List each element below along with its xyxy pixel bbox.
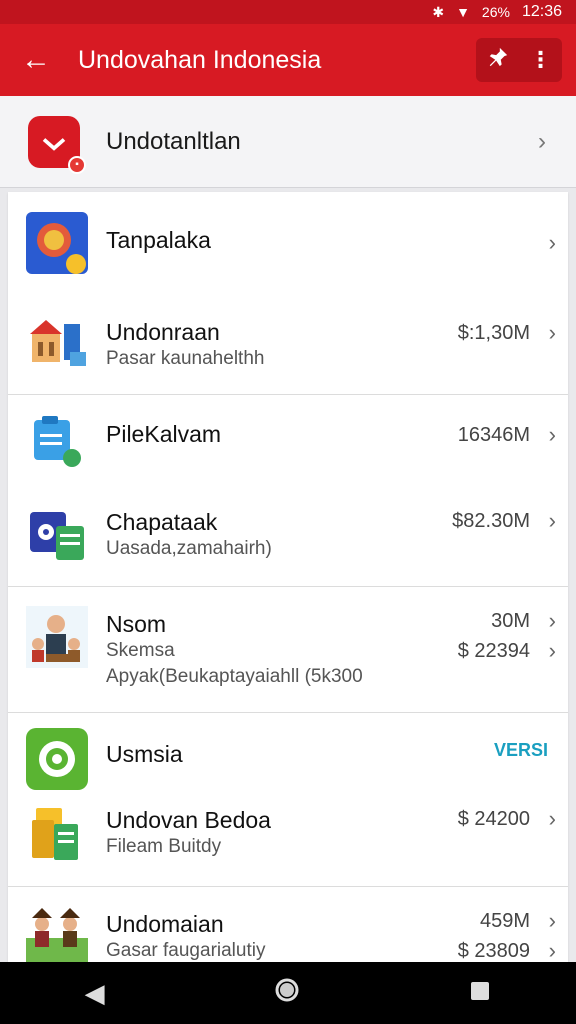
- item-value: $:1,30M: [457, 322, 530, 344]
- arrow-icon: ›: [548, 638, 556, 663]
- app-logo-icon: ▪: [28, 115, 86, 174]
- item-value: $82.30M: [452, 510, 530, 532]
- chevron-right-icon: ›: [538, 127, 546, 155]
- list-item[interactable]: PileKalvam 16346M ›: [8, 410, 568, 472]
- clock: 12:36: [521, 3, 562, 20]
- item-subtitle-2: Apyak(Beukaptayaiahll (5k300: [106, 666, 363, 687]
- arrow-icon: ›: [548, 938, 556, 963]
- system-nav-bar: ◀: [0, 962, 576, 1024]
- divider: [8, 394, 568, 395]
- document-icon: [26, 410, 88, 472]
- files-icon: [26, 802, 88, 864]
- bluetooth-icon: ✱: [432, 3, 445, 20]
- chevron-right-icon: ›: [548, 608, 556, 633]
- folder-disk-icon: [26, 504, 88, 566]
- more-vert-icon[interactable]: ⋮: [530, 47, 552, 73]
- wifi-icon: ▼: [456, 4, 470, 20]
- list-item[interactable]: Undomaian Gasar faugarialutiy 459M › $ 2…: [8, 904, 568, 966]
- recents-square-icon[interactable]: [469, 978, 491, 1009]
- badge-icon: ▪: [68, 155, 86, 174]
- list-card: Tanpalaka › Undonraan Pasar kaunahelthh …: [8, 192, 568, 972]
- building-icon: [26, 312, 88, 374]
- people-icon: [26, 606, 88, 668]
- battery-level: 26%: [481, 4, 510, 20]
- item-value: 16346M: [457, 424, 530, 446]
- village-icon: [26, 904, 88, 966]
- item-value: $ 24200: [457, 808, 530, 830]
- list-item[interactable]: Undovan Bedoa Fileam Buitdy $ 24200 ›: [8, 802, 568, 864]
- list-item[interactable]: Tanpalaka ›: [8, 212, 568, 274]
- home-circle-icon[interactable]: [274, 977, 300, 1010]
- chevron-right-icon: ›: [548, 908, 556, 933]
- divider: [8, 886, 568, 887]
- divider: [8, 586, 568, 587]
- app-bar: ← Undovahan Indonesia ⋮: [0, 24, 576, 96]
- item-value: 459M: [479, 910, 530, 932]
- list-item[interactable]: Chapataak Uasada,zamahairh) $82.30M ›: [8, 504, 568, 566]
- action-group: ⋮: [476, 38, 562, 82]
- chevron-right-icon: ›: [548, 422, 556, 447]
- header-row[interactable]: ▪ Undotanltlan ›: [0, 96, 576, 188]
- item-value-2: $ 23809: [457, 940, 530, 962]
- item-subtitle: Pasar kaunahelthh: [106, 348, 265, 369]
- emblem-icon: [26, 212, 88, 274]
- item-title: Tanpalaka: [106, 227, 211, 253]
- item-value-2: $ 22394: [457, 640, 530, 662]
- version-badge: VERSI: [493, 740, 548, 760]
- header-label: Undotanltlan: [106, 127, 241, 155]
- item-value: 30M: [491, 610, 530, 632]
- back-button[interactable]: ←: [0, 24, 72, 96]
- divider: [8, 712, 568, 713]
- item-subtitle: Uasada,zamahairh): [106, 538, 272, 559]
- chevron-right-icon: ›: [548, 320, 556, 345]
- status-bar: ✱ ▼ 26% 12:36: [0, 0, 576, 24]
- back-triangle-icon[interactable]: ◀: [85, 978, 105, 1009]
- arrow-icon: ›: [548, 806, 556, 831]
- pin-icon[interactable]: [487, 46, 509, 74]
- list-item[interactable]: Undonraan Pasar kaunahelthh $:1,30M ›: [8, 312, 568, 374]
- list-item[interactable]: Nsom Skemsa Apyak(Beukaptayaiahll (5k300…: [8, 606, 568, 690]
- item-subtitle: Fileam Buitdy: [106, 836, 222, 857]
- chevron-right-icon: ›: [548, 508, 556, 533]
- green-app-icon: [26, 728, 88, 790]
- page-title: Undovahan Indonesia: [78, 45, 322, 74]
- list-item[interactable]: Usmsia VERSI: [8, 728, 568, 790]
- chevron-right-icon: ›: [548, 230, 556, 255]
- arrow-left-icon: ←: [21, 43, 51, 76]
